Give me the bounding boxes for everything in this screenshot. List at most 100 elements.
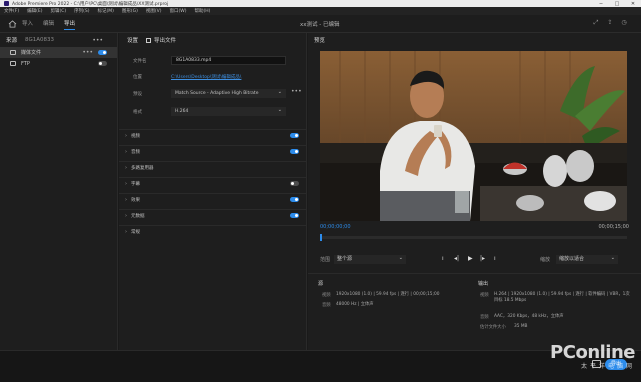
scale-label: 缩放: [540, 257, 551, 263]
section-audio[interactable]: › 音频: [119, 145, 307, 157]
section-label: 元数据: [131, 213, 145, 219]
location-label: 位置: [133, 75, 142, 80]
source-summary-title: 源: [318, 281, 324, 287]
captions-toggle[interactable]: [290, 181, 299, 186]
preview-title: 预览: [314, 38, 326, 44]
premiere-logo-icon: [4, 1, 9, 6]
ftp-toggle[interactable]: [98, 61, 107, 66]
item-more-icon[interactable]: •••: [82, 49, 93, 56]
source-more-icon[interactable]: •••: [92, 37, 103, 44]
menu-markers[interactable]: 标记(M): [98, 8, 114, 14]
media-file-toggle[interactable]: [98, 50, 107, 55]
audio-toggle[interactable]: [290, 149, 299, 154]
settings-title: 设置: [127, 38, 139, 44]
section-label: 效果: [131, 197, 140, 203]
effects-toggle[interactable]: [290, 197, 299, 202]
source-title: 来源: [6, 38, 18, 44]
filesize-label: 估计文件大小: [480, 325, 506, 330]
output-audio-value: AAC，320 Kbps，48 kHz，立体声: [494, 314, 564, 319]
playhead[interactable]: [320, 234, 322, 241]
menu-sequence[interactable]: 序列(S): [74, 8, 89, 14]
settings-panel: 设置 导出文件 文件名 8G1A0833.mp4 位置 C:\Users\Des…: [119, 33, 307, 350]
menu-view[interactable]: 视图(V): [146, 8, 162, 14]
source-panel: 来源 8G1A0833 ••• 媒体文件 ••• FTP: [0, 33, 118, 350]
menu-edit[interactable]: 编辑(E): [27, 8, 42, 14]
export-file-label: 导出文件: [154, 38, 177, 44]
mark-out-icon[interactable]: ı: [494, 255, 496, 262]
window-title: Adobe Premiere Pro 2022 - C:\用户\PC\桌面\测试…: [12, 1, 169, 7]
video-toggle[interactable]: [290, 133, 299, 138]
export-file-icon: [146, 37, 152, 43]
preview-panel: 预览 00;00;00;00 00;00;15;00 范围 整个源 ⌄ ı ◂|…: [308, 33, 641, 350]
output-video-value: H.264 | 1920x1080 (1.0) | 59.94 fps | 逐行…: [494, 292, 630, 303]
preset-more-icon[interactable]: •••: [291, 88, 302, 95]
video-preview[interactable]: [320, 51, 627, 221]
ftp-icon: [10, 61, 16, 66]
mark-in-icon[interactable]: ı: [442, 255, 444, 262]
tab-export[interactable]: 导出: [64, 19, 76, 30]
menu-file[interactable]: 文件(F): [4, 8, 19, 14]
menu-clip[interactable]: 剪辑(C): [50, 8, 66, 14]
section-multiplexer[interactable]: › 多路复用器: [119, 161, 307, 173]
header-icons: ⤢ ⇪ ◷: [589, 19, 631, 27]
chevron-right-icon: ›: [125, 180, 127, 187]
fullscreen-icon[interactable]: ⤢: [589, 19, 603, 27]
chevron-right-icon: ›: [125, 148, 127, 155]
quick-export-icon[interactable]: ⇪: [603, 19, 617, 27]
home-icon[interactable]: [8, 20, 17, 28]
timecode-end: 00;00;15;00: [598, 224, 629, 230]
format-dropdown[interactable]: H.264: [171, 106, 286, 116]
section-effects[interactable]: › 效果: [119, 193, 307, 205]
preview-header: 预览: [308, 33, 641, 47]
step-forward-icon[interactable]: |▸: [480, 255, 485, 262]
project-name: xx测试 - 已编辑: [300, 22, 340, 28]
range-dropdown[interactable]: 整个源: [334, 254, 406, 264]
section-label: 常规: [131, 229, 140, 235]
minimize-button[interactable]: ─: [593, 1, 609, 7]
play-icon[interactable]: ▶: [468, 255, 473, 262]
menu-help[interactable]: 帮助(H): [194, 8, 210, 14]
chevron-right-icon: ›: [125, 212, 127, 219]
source-video-label: 视频: [322, 293, 331, 298]
tab-import[interactable]: 导入: [22, 19, 33, 30]
media-file-icon: [10, 50, 16, 55]
tab-edit[interactable]: 编辑: [43, 19, 54, 30]
chevron-right-icon: ›: [125, 196, 127, 203]
section-general[interactable]: › 常规: [119, 225, 307, 237]
settings-header: 设置 导出文件: [119, 33, 306, 47]
range-label: 范围: [320, 257, 331, 263]
metadata-toggle[interactable]: [290, 213, 299, 218]
section-captions[interactable]: › 字幕: [119, 177, 307, 189]
format-label: 格式: [133, 110, 142, 115]
output-video-label: 视频: [480, 293, 489, 298]
section-video[interactable]: › 视频: [119, 129, 307, 141]
section-metadata[interactable]: › 元数据: [119, 209, 307, 221]
workspace-tabs: 导入 编辑 导出: [22, 19, 85, 30]
close-button[interactable]: ✕: [625, 1, 641, 7]
output-summary-title: 输出: [478, 281, 489, 287]
chevron-right-icon: ›: [125, 164, 127, 171]
menu-bar: 文件(F) 编辑(E) 剪辑(C) 序列(S) 标记(M) 图形(G) 视图(V…: [0, 7, 641, 15]
source-item-media-file[interactable]: 媒体文件 •••: [0, 47, 117, 58]
pconline-watermark: PConline 太平洋电脑网: [550, 342, 635, 370]
step-back-icon[interactable]: ◂|: [454, 255, 459, 262]
timeline-scrubber[interactable]: [320, 234, 627, 241]
menu-window[interactable]: 窗口(W): [170, 8, 187, 14]
export-file-group[interactable]: 导出文件: [146, 36, 176, 44]
source-audio-value: 48000 Hz | 立体声: [336, 302, 374, 307]
window-controls: ─ □ ✕: [593, 1, 641, 7]
title-bar: Adobe Premiere Pro 2022 - C:\用户\PC\桌面\测试…: [0, 0, 641, 7]
preset-dropdown[interactable]: Match Source - Adaptive High Bitrate: [171, 88, 286, 98]
source-subtitle: 8G1A0833: [25, 37, 55, 43]
scale-dropdown[interactable]: 缩放以适合: [556, 254, 618, 264]
menu-graphics[interactable]: 图形(G): [122, 8, 138, 14]
playback-controls: 范围 整个源 ı ◂| ▶ |▸ ı 缩放 缩放以适合: [320, 254, 627, 265]
source-item-ftp[interactable]: FTP: [0, 58, 117, 69]
progress-icon[interactable]: ◷: [617, 19, 631, 27]
filesize-value: 35 MB: [514, 324, 528, 329]
filename-label: 文件名: [133, 59, 147, 64]
timecode-start: 00;00;00;00: [320, 224, 351, 230]
location-link[interactable]: C:\Users\Desktop\测试\编辑成品\: [171, 74, 241, 80]
maximize-button[interactable]: □: [609, 1, 625, 7]
filename-field[interactable]: 8G1A0833.mp4: [171, 56, 286, 65]
